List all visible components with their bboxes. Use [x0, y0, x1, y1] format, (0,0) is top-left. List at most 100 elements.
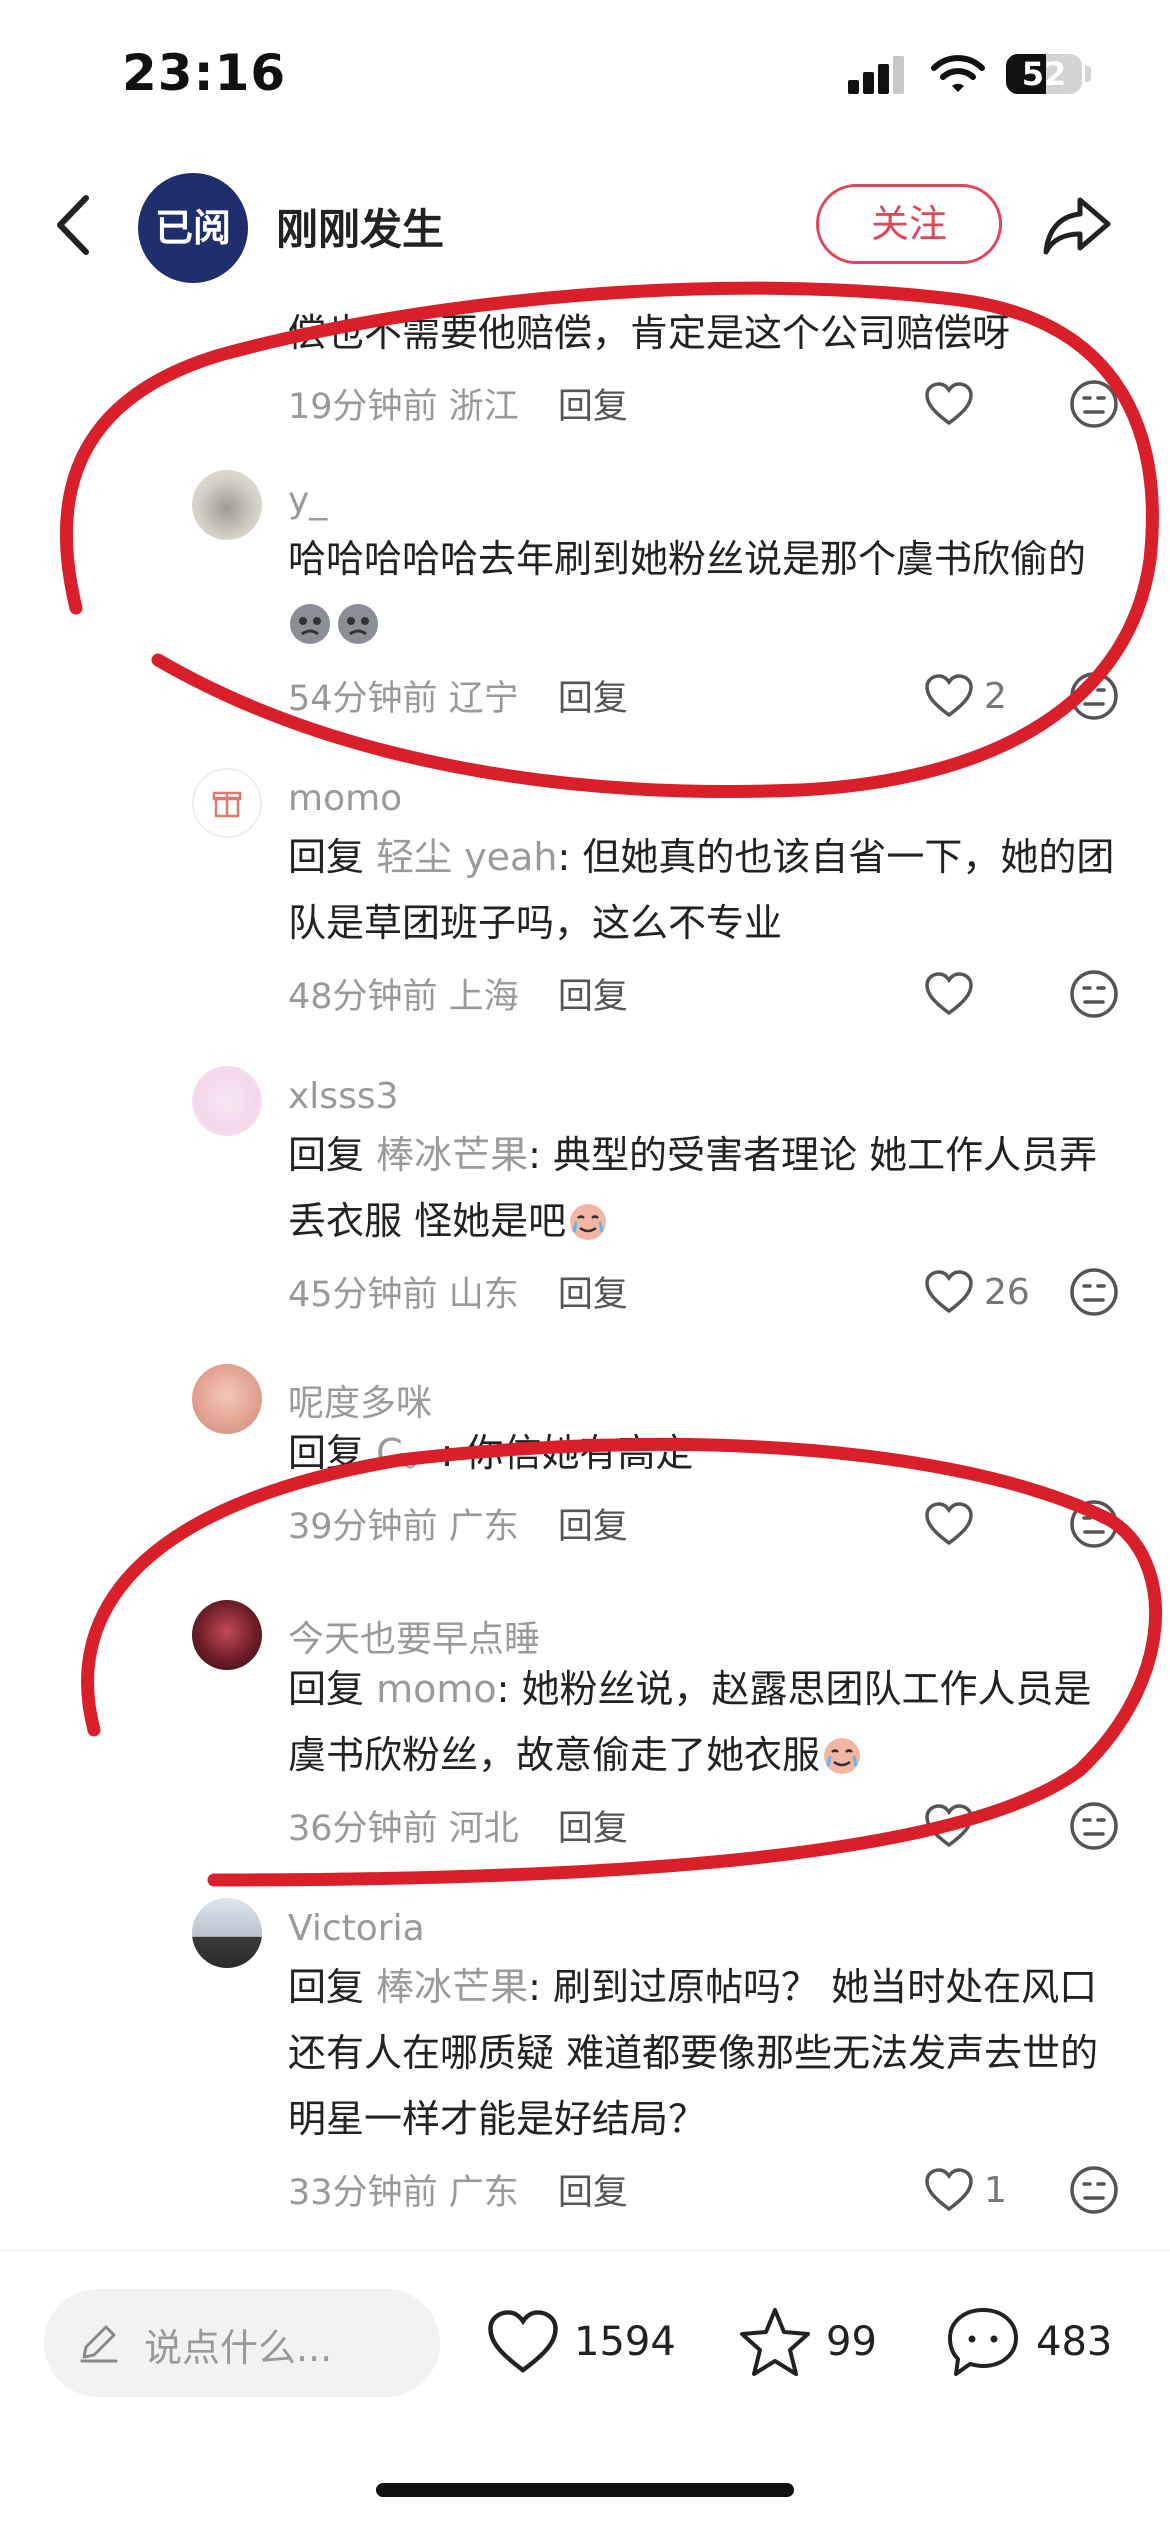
like-button[interactable] [924, 1494, 984, 1554]
reply-prefix: 回复 [288, 1667, 365, 1711]
comment-list: 偿也不需要他赔偿，肯定是这个公司赔偿呀 19分钟前 浙江 回复 y_ 哈哈哈哈哈… [0, 290, 1170, 2250]
comment-bubble-icon [948, 2308, 1018, 2376]
comment-username[interactable]: y_ [288, 480, 327, 521]
bottom-action-bar: 说点什么... 1594 99 483 [0, 2250, 1170, 2533]
comment-text: : 你信她有高定 [440, 1431, 694, 1475]
comment-item: y_ 哈哈哈哈哈去年刷到她粉丝说是那个虞书欣偷的 54分钟前 辽宁 回复 2 [0, 470, 1170, 760]
comment-time: 19分钟前 [288, 387, 438, 427]
comment-username[interactable]: Victoria [288, 1908, 425, 1949]
status-time: 23:16 [122, 44, 287, 102]
dislike-icon[interactable] [1068, 1266, 1120, 1318]
reply-button[interactable]: 回复 [558, 679, 628, 719]
like-button[interactable]: 26 [924, 1262, 1030, 1322]
comment-meta: 54分钟前 辽宁 回复 [288, 670, 628, 721]
reply-button[interactable]: 回复 [558, 1507, 628, 1547]
battery-level: 52 [1021, 55, 1067, 93]
comment-meta: 19分钟前 浙江 回复 [288, 378, 628, 429]
comment-count: 483 [1036, 2319, 1113, 2365]
dislike-icon[interactable] [1068, 968, 1120, 1020]
comment-body: 回复 轻尘 yeah: 但她真的也该自省一下，她的团队是草团班子吗，这么不专业 [288, 824, 1124, 956]
comment-username[interactable]: 呢度多咪 [288, 1374, 432, 1426]
favorite-button[interactable]: 99 [738, 2297, 877, 2387]
reply-prefix: 回复 [288, 1133, 365, 1177]
avatar[interactable] [192, 1364, 262, 1434]
crying-face-emoji-icon [570, 1204, 607, 1240]
comment-meta: 39分钟前 广东 回复 [288, 1498, 628, 1549]
channel-avatar[interactable]: 已阅 [138, 173, 248, 283]
avatar[interactable] [192, 768, 262, 838]
comment-button[interactable]: 483 [944, 2297, 1112, 2387]
comment-body: 回复 棒冰芒果: 刷到过原帖吗？ 她当时处在风口还有人在哪质疑 难道都要像那些无… [288, 1954, 1124, 2152]
share-icon[interactable] [1040, 190, 1114, 260]
heart-icon [925, 1270, 973, 1314]
avatar[interactable] [192, 1600, 262, 1670]
battery-cap [1085, 66, 1091, 82]
comment-username[interactable]: xlsss3 [288, 1076, 398, 1117]
reply-button[interactable]: 回复 [558, 977, 628, 1017]
avatar[interactable] [192, 1066, 262, 1136]
dislike-icon[interactable] [1068, 2164, 1120, 2216]
comment-username[interactable]: momo [288, 778, 402, 819]
like-post-button[interactable]: 1594 [486, 2297, 676, 2387]
comment-item: Victoria 回复 棒冰芒果: 刷到过原帖吗？ 她当时处在风口还有人在哪质疑… [0, 1898, 1170, 2250]
heart-icon [925, 382, 973, 426]
comment-body: 回复 棒冰芒果: 典型的受害者理论 她工作人员弄丢衣服 怪她是吧 [288, 1122, 1124, 1254]
avatar[interactable] [192, 470, 262, 540]
heart-icon [488, 2310, 558, 2373]
like-button[interactable] [924, 1796, 984, 1856]
comment-meta: 48分钟前 上海 回复 [288, 968, 628, 1019]
reply-target[interactable]: 棒冰芒果 [376, 1133, 528, 1177]
gift-icon [212, 791, 242, 818]
favorite-count: 99 [826, 2319, 877, 2365]
like-count: 2 [984, 675, 1007, 717]
comment-time: 45分钟前 [288, 1275, 438, 1315]
heart-icon [925, 2168, 973, 2212]
reply-button[interactable]: 回复 [558, 1275, 628, 1315]
avatar[interactable] [192, 1898, 262, 1968]
header: 已阅 刚刚发生 关注 [0, 160, 1170, 290]
comment-time: 54分钟前 [288, 679, 438, 719]
comment-meta: 45分钟前 山东 回复 [288, 1266, 628, 1317]
reply-target[interactable]: 轻尘 yeah [376, 835, 557, 879]
pencil-icon [80, 2325, 118, 2363]
like-button[interactable] [924, 374, 984, 434]
dislike-icon[interactable] [1068, 1498, 1120, 1550]
like-post-count: 1594 [574, 2319, 676, 2365]
dislike-icon[interactable] [1068, 1800, 1120, 1852]
reply-button[interactable]: 回复 [558, 1809, 628, 1849]
follow-button[interactable]: 关注 [816, 184, 1002, 264]
dislike-icon[interactable] [1068, 670, 1120, 722]
reply-target[interactable]: momo [376, 1667, 497, 1711]
dislike-icon[interactable] [1068, 378, 1120, 430]
heart-icon [925, 674, 973, 718]
reply-button[interactable]: 回复 [558, 387, 628, 427]
crying-face-emoji-icon [824, 1738, 861, 1774]
back-icon[interactable] [46, 190, 106, 260]
battery-icon: 52 [1006, 54, 1082, 94]
like-button[interactable] [924, 964, 984, 1024]
comment-item: xlsss3 回复 棒冰芒果: 典型的受害者理论 她工作人员弄丢衣服 怪她是吧 … [0, 1066, 1170, 1356]
like-button[interactable]: 1 [924, 2160, 1007, 2220]
comment-time: 48分钟前 [288, 977, 438, 1017]
sad-face-emoji-icon [290, 604, 330, 644]
comment-input[interactable]: 说点什么... [44, 2289, 440, 2397]
heart-icon [925, 1502, 973, 1546]
comment-body: 回复 C。: 你信她有高定 [288, 1420, 1124, 1486]
reply-target[interactable]: 棒冰芒果 [376, 1965, 528, 2009]
comment-location: 浙江 [448, 387, 519, 427]
status-bar: 23:16 52 [0, 0, 1170, 150]
comment-location: 广东 [448, 2173, 519, 2213]
comment-time: 39分钟前 [288, 1507, 438, 1547]
heart-icon [925, 972, 973, 1016]
reply-prefix: 回复 [288, 1431, 365, 1475]
comment-time: 36分钟前 [288, 1809, 438, 1849]
comment-location: 广东 [448, 1507, 519, 1547]
reply-button[interactable]: 回复 [558, 2173, 628, 2213]
channel-name[interactable]: 刚刚发生 [276, 196, 444, 257]
reply-prefix: 回复 [288, 835, 365, 879]
reply-target[interactable]: C。 [376, 1431, 441, 1475]
comment-time: 33分钟前 [288, 2173, 438, 2213]
comment-username[interactable]: 今天也要早点睡 [288, 1610, 540, 1662]
like-button[interactable]: 2 [924, 666, 1007, 726]
like-count: 1 [984, 2169, 1007, 2211]
